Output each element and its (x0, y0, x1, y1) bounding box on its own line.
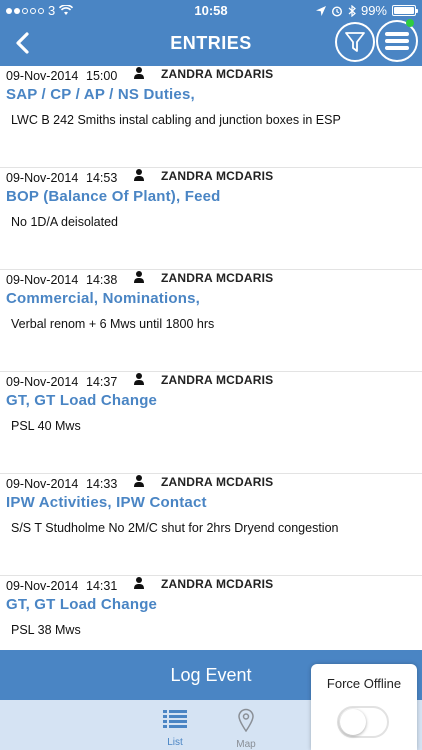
tab-map[interactable]: Map (216, 708, 276, 750)
user-icon (134, 475, 144, 487)
entry-date: 09-Nov-2014 (6, 273, 79, 287)
tab-map-label: Map (236, 739, 256, 750)
entry-date: 09-Nov-2014 (6, 477, 79, 491)
entry-meta: 09-Nov-2014 14:33 (6, 477, 136, 491)
list-item[interactable]: 09-Nov-2014 14:38 ZANDRA MCDARIS Commerc… (0, 270, 422, 372)
entry-title: Commercial, Nominations, (6, 290, 201, 307)
filter-button[interactable] (335, 22, 375, 62)
entry-time: 14:31 (86, 579, 118, 593)
entry-author: ZANDRA MCDARIS (161, 271, 274, 285)
battery-icon (392, 5, 418, 16)
status-indicators: 99% (315, 3, 418, 18)
entry-meta: 09-Nov-2014 14:53 (6, 171, 136, 185)
entry-description: Verbal renom + 6 Mws until 1800 hrs (11, 317, 215, 331)
entry-author: ZANDRA MCDARIS (161, 169, 274, 183)
entry-time: 14:38 (86, 273, 118, 287)
user-icon (134, 169, 144, 181)
entry-date: 09-Nov-2014 (6, 171, 79, 185)
entry-author: ZANDRA MCDARIS (161, 373, 274, 387)
entry-description: PSL 38 Mws (11, 623, 81, 637)
tab-list-label: List (167, 737, 183, 748)
entry-time: 14:37 (86, 375, 118, 389)
list-item[interactable]: 09-Nov-2014 14:37 ZANDRA MCDARIS GT, GT … (0, 372, 422, 474)
status-bar: 3 10:58 99% (0, 0, 422, 22)
battery-percent: 99% (360, 3, 387, 18)
entry-time: 14:33 (86, 477, 118, 491)
user-icon (134, 67, 144, 79)
bluetooth-icon (348, 4, 356, 17)
force-offline-panel: Force Offline (311, 664, 417, 750)
entry-author: ZANDRA MCDARIS (161, 475, 274, 489)
entry-author: ZANDRA MCDARIS (161, 67, 274, 81)
list-item[interactable]: 09-Nov-2014 14:33 ZANDRA MCDARIS IPW Act… (0, 474, 422, 576)
online-status-indicator (406, 19, 414, 27)
entry-date: 09-Nov-2014 (6, 375, 79, 389)
tab-list[interactable]: List (145, 708, 205, 748)
entry-meta: 09-Nov-2014 15:00 (6, 69, 136, 83)
entry-description: PSL 40 Mws (11, 419, 81, 433)
entry-title: BOP (Balance Of Plant), Feed (6, 188, 221, 205)
entry-date: 09-Nov-2014 (6, 69, 79, 83)
entry-author: ZANDRA MCDARIS (161, 577, 274, 591)
list-item[interactable]: 09-Nov-2014 14:53 ZANDRA MCDARIS BOP (Ba… (0, 168, 422, 270)
map-pin-icon (238, 708, 254, 733)
user-icon (134, 271, 144, 283)
entry-title: SAP / CP / AP / NS Duties, (6, 86, 195, 103)
app-header: 3 10:58 99% ENTRIES (0, 0, 422, 66)
entry-description: No 1D/A deisolated (11, 215, 119, 229)
entry-meta: 09-Nov-2014 14:38 (6, 273, 136, 287)
force-offline-toggle[interactable] (337, 706, 389, 738)
entry-title: GT, GT Load Change (6, 392, 158, 409)
entry-meta: 09-Nov-2014 14:31 (6, 579, 136, 593)
entry-time: 15:00 (86, 69, 118, 83)
entry-description: LWC B 242 Smiths instal cabling and junc… (11, 113, 341, 127)
entry-title: GT, GT Load Change (6, 596, 158, 613)
entry-title: IPW Activities, IPW Contact (6, 494, 207, 511)
entry-date: 09-Nov-2014 (6, 579, 79, 593)
entry-description: S/S T Studholme No 2M/C shut for 2hrs Dr… (11, 521, 339, 535)
entry-meta: 09-Nov-2014 14:37 (6, 375, 136, 389)
force-offline-label: Force Offline (326, 676, 402, 691)
alarm-icon (331, 5, 342, 17)
funnel-icon (345, 32, 365, 52)
list-item[interactable]: 09-Nov-2014 15:00 ZANDRA MCDARIS SAP / C… (0, 66, 422, 168)
user-icon (134, 373, 144, 385)
location-arrow-icon (315, 5, 326, 16)
entry-time: 14:53 (86, 171, 118, 185)
entries-list: 09-Nov-2014 15:00 ZANDRA MCDARIS SAP / C… (0, 66, 422, 678)
toggle-knob (340, 709, 366, 735)
user-icon (134, 577, 144, 589)
hamburger-menu-icon (385, 32, 409, 50)
list-icon (163, 710, 187, 728)
